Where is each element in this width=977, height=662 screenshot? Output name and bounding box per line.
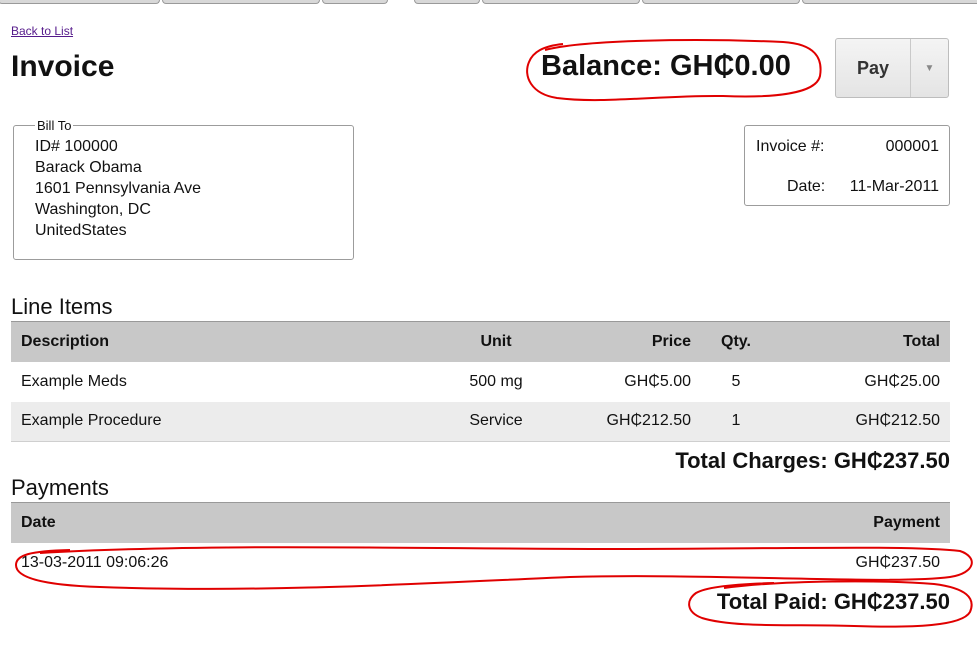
top-tab-strip (0, 0, 977, 5)
top-tab[interactable] (0, 0, 160, 4)
cell-total: GH₵212.50 (771, 401, 950, 442)
payments-heading: Payments (11, 475, 109, 500)
invoice-date-label: Date: (787, 178, 826, 195)
invoice-meta-box: Invoice #: 000001 Date: 11-Mar-2011 (744, 125, 950, 206)
cell-price: GH₵212.50 (551, 401, 701, 442)
bill-to-line: Barack Obama (35, 159, 142, 176)
column-header-unit: Unit (441, 321, 551, 362)
payments-table: Date Payment 13-03-2011 09:06:26 GH₵237.… (11, 502, 950, 583)
page-title: Invoice (11, 50, 115, 83)
top-tab[interactable] (482, 0, 640, 4)
top-tab[interactable] (414, 0, 480, 4)
table-header-row: Date Payment (11, 502, 950, 543)
table-header-row: Description Unit Price Qty. Total (11, 321, 950, 362)
column-header-description: Description (11, 321, 441, 362)
cell-total: GH₵25.00 (864, 372, 940, 390)
balance-amount: Balance: GH₵0.00 (541, 50, 791, 82)
column-header-payment: Payment (589, 502, 950, 543)
column-header-price: Price (551, 321, 701, 362)
column-header-date: Date (11, 502, 590, 543)
pay-button[interactable]: Pay (836, 39, 911, 97)
cell-description: Example Procedure (11, 401, 441, 442)
bill-to-line: 1601 Pennsylvania Ave (35, 180, 202, 197)
table-row: 13-03-2011 09:06:26 GH₵237.50 (11, 543, 950, 583)
top-tab[interactable] (642, 0, 800, 4)
bill-to-line: Washington, DC (35, 201, 151, 218)
bill-to-box: Bill To ID# 100000 Barack Obama 1601 Pen… (13, 118, 354, 260)
cell-qty: 1 (701, 401, 771, 442)
cell-description: Example Meds (21, 372, 127, 390)
invoice-number-label: Invoice #: (756, 138, 825, 155)
cell-unit: 500 mg (469, 372, 523, 390)
cell-payment-amount: GH₵237.50 (855, 554, 941, 571)
pay-split-button: Pay ▼ (835, 38, 949, 98)
column-header-qty: Qty. (701, 321, 771, 362)
table-row: Example Meds 500 mg GH₵5.00 5 GH₵25.00 (11, 362, 950, 402)
cell-payment-date: 13-03-2011 09:06:26 (21, 554, 169, 571)
back-to-list-link[interactable]: Back to List (11, 24, 73, 38)
bill-to-legend: Bill To (37, 118, 72, 133)
bill-to-line: ID# 100000 (35, 138, 118, 155)
bill-to-line: UnitedStates (35, 222, 127, 239)
top-tab[interactable] (322, 0, 388, 4)
invoice-date-value: 11-Mar-2011 (849, 178, 939, 195)
line-items-table: Description Unit Price Qty. Total Exampl… (11, 321, 950, 442)
line-items-heading: Line Items (11, 294, 113, 319)
table-row: Example Procedure Service GH₵212.50 1 GH… (11, 401, 950, 442)
column-header-total: Total (771, 321, 950, 362)
invoice-number-value: 000001 (885, 138, 939, 155)
cell-qty: 5 (731, 372, 741, 390)
total-paid: Total Paid: GH₵237.50 (716, 589, 950, 614)
total-charges: Total Charges: GH₵237.50 (675, 448, 950, 473)
top-tab[interactable] (162, 0, 320, 4)
chevron-down-icon[interactable]: ▼ (911, 39, 948, 97)
cell-unit: Service (441, 401, 551, 442)
cell-price: GH₵5.00 (624, 372, 691, 390)
top-tab[interactable] (802, 0, 977, 4)
